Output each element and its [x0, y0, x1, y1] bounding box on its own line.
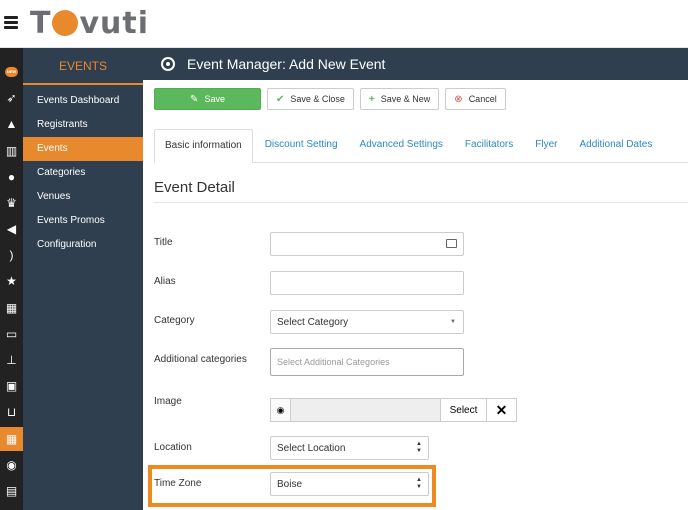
- sidebar-item-events[interactable]: Events: [23, 137, 143, 161]
- star-icon[interactable]: ★: [0, 269, 23, 293]
- chat-icon[interactable]: ◉: [0, 453, 23, 477]
- sidebar-item-events-dashboard[interactable]: Events Dashboard: [23, 89, 143, 113]
- sidebar-item-categories[interactable]: Categories: [23, 161, 143, 185]
- main-content: Event Manager: Add New Event ✎ Save ✔ Save…: [143, 48, 688, 510]
- cancel-icon: ⊗: [454, 93, 463, 105]
- credit-card-icon[interactable]: ▭: [0, 322, 23, 346]
- tab-advanced-settings[interactable]: Advanced Settings: [350, 129, 453, 163]
- tab-additional-dates[interactable]: Additional Dates: [570, 129, 663, 163]
- title-input[interactable]: [270, 232, 464, 256]
- category-select[interactable]: Select Category ▼: [270, 310, 464, 334]
- top-bar: Tvuti: [0, 0, 688, 48]
- image-path-field: [291, 399, 440, 421]
- table-icon[interactable]: ▦: [0, 296, 23, 320]
- tab-facilitators[interactable]: Facilitators: [455, 129, 523, 163]
- graduation-cap-icon[interactable]: ▲: [0, 112, 23, 136]
- caret-down-icon: ▼: [450, 319, 456, 325]
- plus-icon: +: [368, 93, 375, 105]
- clear-image-icon[interactable]: ✕: [486, 399, 516, 421]
- cart-icon[interactable]: ⊔: [0, 400, 23, 424]
- image-select-button[interactable]: Select: [440, 399, 486, 421]
- sitemap-icon[interactable]: ⊥: [0, 348, 23, 372]
- category-label: Category: [154, 315, 195, 326]
- check-icon: ✔: [276, 93, 285, 105]
- tovuti-logo[interactable]: Tvuti: [30, 6, 149, 41]
- rocket-icon[interactable]: ➶: [0, 86, 23, 110]
- target-icon: [161, 57, 175, 71]
- location-label: Location: [154, 442, 192, 453]
- bar-chart-icon[interactable]: ▥: [0, 139, 23, 163]
- sidebar-item-venues[interactable]: Venues: [23, 185, 143, 209]
- sidebar-item-registrants[interactable]: Registrants: [23, 113, 143, 137]
- image-picker: ◉ Select ✕: [270, 398, 517, 422]
- id-card-icon: [446, 239, 457, 248]
- new-badge-icon[interactable]: NEW: [0, 60, 23, 84]
- id-card-icon[interactable]: ▣: [0, 374, 23, 398]
- timezone-highlight-box: [148, 465, 436, 507]
- divider: [154, 202, 688, 203]
- tab-bar: Basic information Discount Setting Advan…: [154, 129, 688, 163]
- events-sidebar: EVENTS Events Dashboard Registrants Even…: [23, 48, 143, 510]
- trophy-icon[interactable]: ♛: [0, 191, 23, 215]
- location-select[interactable]: Select Location ▲ ▼: [270, 436, 429, 460]
- page-title: Event Manager: Add New Event: [187, 56, 386, 72]
- feed-icon[interactable]: ): [0, 243, 23, 267]
- eye-icon[interactable]: ◉: [271, 399, 291, 421]
- toolbar: ✎ Save ✔ Save & Close + Save & New ⊗ Cancel: [143, 80, 688, 118]
- sidebar-item-events-promos[interactable]: Events Promos: [23, 209, 143, 233]
- save-button[interactable]: ✎ Save: [154, 88, 261, 110]
- tab-flyer[interactable]: Flyer: [525, 129, 567, 163]
- hamburger-menu-icon[interactable]: [4, 16, 18, 30]
- users-icon[interactable]: ●: [0, 165, 23, 189]
- alias-input[interactable]: [270, 271, 464, 295]
- save-new-button[interactable]: + Save & New: [359, 88, 440, 110]
- title-label: Title: [154, 237, 173, 248]
- image-label: Image: [154, 396, 182, 407]
- icon-rail: NEW ➶ ▲ ▥ ● ♛ ◀ ) ★ ▦ ▭ ⊥ ▣ ⊔ ▦ ◉ ▤: [0, 48, 23, 510]
- additional-categories-label: Additional categories: [154, 354, 247, 365]
- megaphone-icon[interactable]: ◀: [0, 217, 23, 241]
- calendar-icon[interactable]: ▦: [0, 427, 23, 451]
- updown-arrow-icon: ▲ ▼: [416, 441, 422, 454]
- page-header: Event Manager: Add New Event: [143, 48, 688, 80]
- cancel-button[interactable]: ⊗ Cancel: [445, 88, 506, 110]
- additional-categories-input[interactable]: Select Additional Categories: [270, 348, 464, 376]
- tab-discount-setting[interactable]: Discount Setting: [255, 129, 348, 163]
- sidebar-item-configuration[interactable]: Configuration: [23, 233, 143, 257]
- edit-icon: ✎: [190, 93, 199, 105]
- section-title: Event Detail: [154, 179, 235, 196]
- alias-label: Alias: [154, 276, 176, 287]
- tab-basic-information[interactable]: Basic information: [154, 129, 253, 163]
- save-close-button[interactable]: ✔ Save & Close: [267, 88, 354, 110]
- sidebar-header: EVENTS: [23, 48, 143, 85]
- document-icon[interactable]: ▤: [0, 479, 23, 503]
